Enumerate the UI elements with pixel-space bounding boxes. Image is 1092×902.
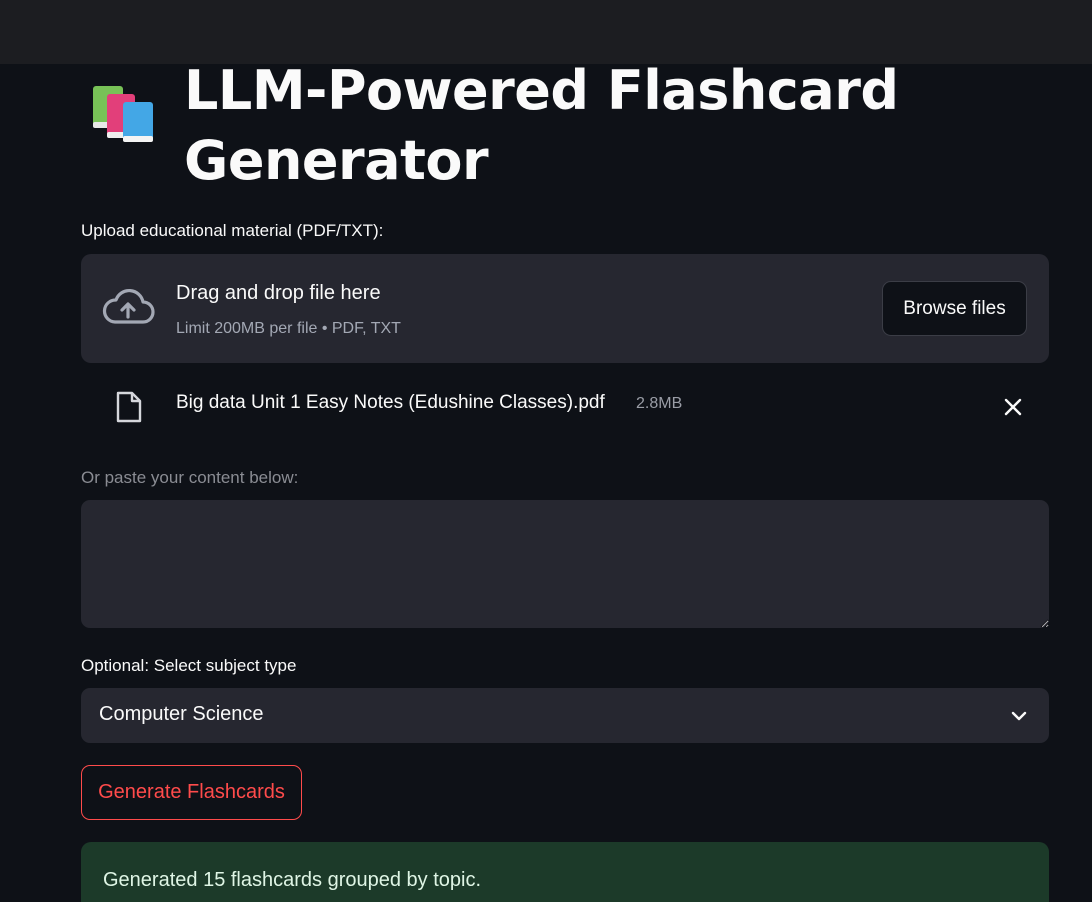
subject-selected-value: Computer Science [99, 703, 264, 725]
browse-files-button[interactable]: Browse files [882, 281, 1027, 336]
dropzone-title: Drag and drop file here [176, 282, 381, 304]
subject-select[interactable]: Computer Science [81, 688, 1049, 743]
success-message: Generated 15 flashcards grouped by topic… [103, 869, 482, 891]
uploaded-file-row: Big data Unit 1 Easy Notes (Edushine Cla… [81, 382, 1049, 432]
file-dropzone[interactable]: Drag and drop file here Limit 200MB per … [81, 254, 1049, 363]
dropzone-limit-text: Limit 200MB per file • PDF, TXT [176, 320, 401, 337]
generate-flashcards-button[interactable]: Generate Flashcards [81, 765, 302, 820]
chevron-down-icon [1011, 711, 1027, 721]
title-row: LLM-Powered Flashcard Generator [81, 64, 1049, 196]
cloud-upload-icon [102, 289, 155, 324]
content-textarea[interactable] [81, 500, 1049, 628]
paste-label: Or paste your content below: [81, 468, 299, 487]
books-icon [93, 86, 153, 142]
uploaded-file-name: Big data Unit 1 Easy Notes (Edushine Cla… [176, 392, 605, 413]
uploader-label: Upload educational material (PDF/TXT): [81, 221, 384, 240]
subject-label: Optional: Select subject type [81, 656, 297, 675]
page-title: LLM-Powered Flashcard Generator [184, 64, 899, 192]
success-alert: Generated 15 flashcards grouped by topic… [81, 842, 1049, 902]
file-icon [116, 391, 142, 423]
main-content: LLM-Powered Flashcard Generator Upload e… [81, 64, 1049, 902]
app-top-bar [0, 0, 1092, 64]
close-icon[interactable] [1002, 396, 1024, 418]
uploaded-file-size: 2.8MB [636, 395, 683, 412]
